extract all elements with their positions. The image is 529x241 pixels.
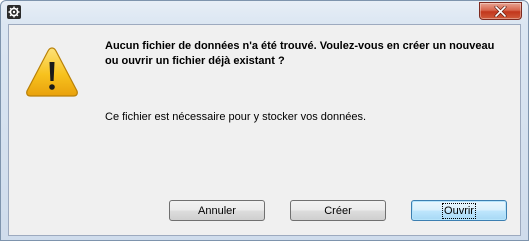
- title-bar[interactable]: [1, 1, 528, 23]
- dialog-content: Aucun fichier de données n'a été trouvé.…: [8, 24, 521, 236]
- dialog-window: Aucun fichier de données n'a été trouvé.…: [0, 0, 529, 241]
- open-button[interactable]: Ouvrir: [411, 200, 507, 221]
- create-button-label: Créer: [324, 204, 352, 217]
- create-button[interactable]: Créer: [290, 200, 386, 221]
- cancel-button-label: Annuler: [198, 204, 236, 217]
- gear-icon: [7, 5, 21, 19]
- warning-icon: [25, 45, 79, 104]
- dialog-message: Aucun fichier de données n'a été trouvé.…: [105, 40, 495, 67]
- cancel-button[interactable]: Annuler: [169, 200, 265, 221]
- open-button-label: Ouvrir: [442, 202, 476, 219]
- dialog-detail: Ce fichier est nécessaire pour y stocker…: [105, 111, 367, 123]
- close-button[interactable]: [479, 2, 522, 20]
